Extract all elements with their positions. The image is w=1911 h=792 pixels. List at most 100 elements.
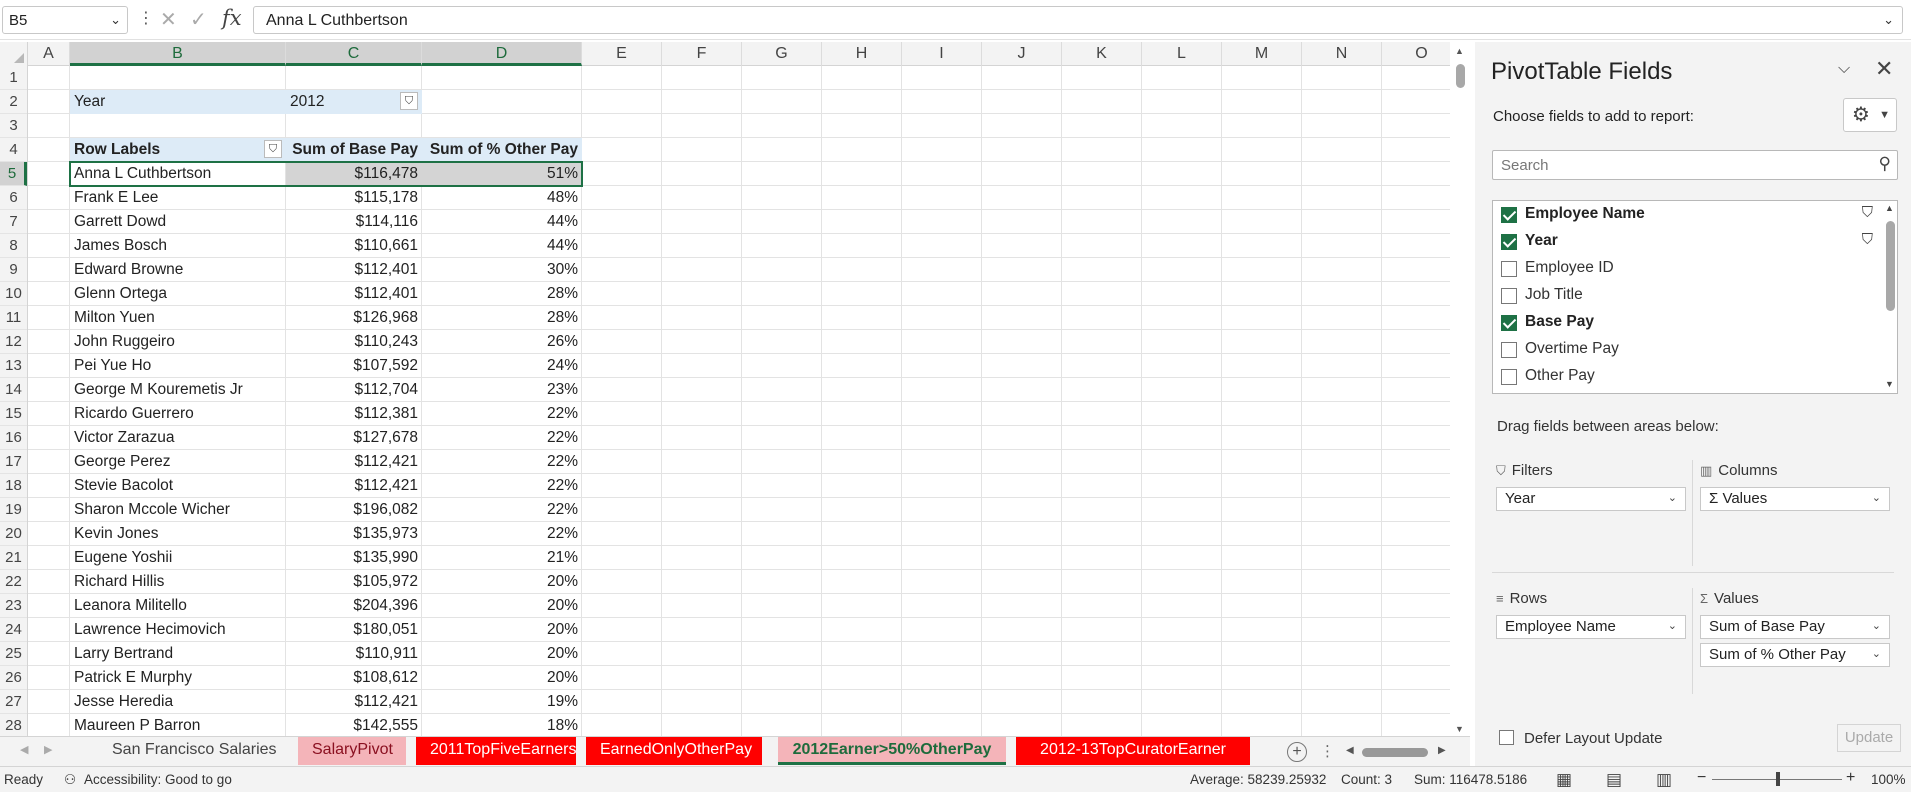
pivot-value-cell[interactable]: 20%	[422, 570, 582, 594]
pivot-row-label[interactable]: George M Kouremetis Jr	[70, 378, 286, 402]
sheet-tab[interactable]: SalaryPivot	[298, 737, 406, 765]
pivot-row-label[interactable]: Patrick E Murphy	[70, 666, 286, 690]
pivot-value-cell[interactable]: $108,612	[286, 666, 422, 690]
sheet-tab[interactable]: San Francisco Salaries	[98, 737, 286, 765]
values-field-pill[interactable]: Sum of % Other Pay ⌄	[1700, 643, 1890, 667]
pivot-value-cell[interactable]: 28%	[422, 282, 582, 306]
pivot-row-label[interactable]: Garrett Dowd	[70, 210, 286, 234]
field-item[interactable]: Employee Name ⛉	[1493, 201, 1879, 228]
row-header[interactable]: 2	[0, 90, 27, 114]
pivot-value-cell[interactable]: $112,421	[286, 474, 422, 498]
pivot-row-label[interactable]: Anna L Cuthbertson	[70, 162, 286, 186]
formula-input[interactable]: Anna L Cuthbertson ⌄	[253, 6, 1903, 34]
pivot-value-cell[interactable]: $112,401	[286, 282, 422, 306]
page-layout-icon[interactable]: ▤	[1606, 770, 1622, 790]
pivot-value-cell[interactable]: $105,972	[286, 570, 422, 594]
row-header[interactable]: 17	[0, 450, 27, 474]
column-header-f[interactable]: F	[662, 42, 742, 66]
pivot-value-cell[interactable]: 24%	[422, 354, 582, 378]
row-header[interactable]: 24	[0, 618, 27, 642]
pivot-value-cell[interactable]: 22%	[422, 522, 582, 546]
pivot-value-cell[interactable]: $112,401	[286, 258, 422, 282]
column-header-e[interactable]: E	[582, 42, 662, 66]
field-checkbox[interactable]	[1501, 207, 1517, 223]
scroll-down-icon[interactable]: ▼	[1455, 724, 1464, 734]
scroll-thumb[interactable]	[1362, 748, 1428, 757]
pivot-row-label[interactable]: Jesse Heredia	[70, 690, 286, 714]
update-button[interactable]: Update	[1837, 724, 1901, 752]
field-item[interactable]: Job Title	[1493, 282, 1879, 309]
vertical-scrollbar[interactable]: ▲ ▼	[1452, 42, 1468, 736]
pivot-row-label[interactable]: Leanora Militello	[70, 594, 286, 618]
pivot-value-cell[interactable]: 44%	[422, 234, 582, 258]
more-options-icon[interactable]: ⋮	[1320, 742, 1335, 760]
zoom-in-icon[interactable]: +	[1846, 769, 1855, 787]
row-header[interactable]: 28	[0, 714, 27, 736]
column-header-l[interactable]: L	[1142, 42, 1222, 66]
row-header[interactable]: 12	[0, 330, 27, 354]
row-header[interactable]: 27	[0, 690, 27, 714]
pivot-value-cell[interactable]: $126,968	[286, 306, 422, 330]
next-sheet-icon[interactable]: ▶	[44, 743, 52, 756]
chevron-down-icon[interactable]: ⌄	[110, 12, 121, 28]
pivot-row-label[interactable]: John Ruggeiro	[70, 330, 286, 354]
pivot-value-cell[interactable]: 22%	[422, 426, 582, 450]
values-area[interactable]: Σ Values Sum of Base Pay ⌄ Sum of % Other …	[1696, 588, 1894, 694]
pivot-row-label[interactable]: James Bosch	[70, 234, 286, 258]
pivot-row-label[interactable]: Milton Yuen	[70, 306, 286, 330]
sum-status[interactable]: Sum: 116478.5186	[1414, 772, 1527, 787]
field-checkbox[interactable]	[1501, 315, 1517, 331]
column-header-k[interactable]: K	[1062, 42, 1142, 66]
pivot-row-label[interactable]: Sharon Mccole Wicher	[70, 498, 286, 522]
scroll-thumb[interactable]	[1456, 64, 1465, 88]
scroll-down-icon[interactable]: ▼	[1885, 379, 1894, 389]
pivot-value-cell[interactable]: 30%	[422, 258, 582, 282]
values-field-pill[interactable]: Sum of Base Pay ⌄	[1700, 615, 1890, 639]
field-checkbox[interactable]	[1501, 234, 1517, 250]
column-header-d[interactable]: D	[422, 42, 582, 66]
scroll-thumb[interactable]	[1886, 221, 1895, 311]
field-item[interactable]: Overtime Pay	[1493, 336, 1879, 363]
sheet-tab[interactable]: 2011TopFiveEarners	[416, 737, 576, 765]
row-header[interactable]: 6	[0, 186, 27, 210]
pivot-col-header[interactable]: Sum of Base Pay	[286, 138, 422, 162]
row-header[interactable]: 23	[0, 594, 27, 618]
pivot-value-cell[interactable]: $115,178	[286, 186, 422, 210]
prev-sheet-icon[interactable]: ◀	[20, 743, 28, 756]
field-checkbox[interactable]	[1501, 369, 1517, 385]
row-header[interactable]: 5	[0, 162, 27, 186]
pivot-row-label[interactable]: Frank E Lee	[70, 186, 286, 210]
chevron-down-icon[interactable]: ⌄	[1872, 491, 1881, 504]
pivot-value-cell[interactable]: $112,421	[286, 690, 422, 714]
accessibility-status[interactable]: Accessibility: Good to go	[84, 772, 232, 787]
horizontal-scrollbar[interactable]: ◀ ▶	[1342, 745, 1452, 759]
add-sheet-button[interactable]: +	[1287, 742, 1307, 762]
pivot-row-label[interactable]: Ricardo Guerrero	[70, 402, 286, 426]
row-header[interactable]: 25	[0, 642, 27, 666]
defer-layout-update[interactable]: Defer Layout Update	[1499, 730, 1662, 747]
row-header[interactable]: 7	[0, 210, 27, 234]
chevron-down-icon[interactable]: ⌄	[1668, 491, 1677, 504]
pivot-row-label[interactable]: George Perez	[70, 450, 286, 474]
pivot-row-label[interactable]: Lawrence Hecimovich	[70, 618, 286, 642]
row-header[interactable]: 9	[0, 258, 27, 282]
zoom-out-icon[interactable]: −	[1697, 769, 1706, 787]
expand-formula-icon[interactable]: ⌄	[1883, 12, 1894, 28]
pane-options-chevron-icon[interactable]: ⌵	[1838, 60, 1850, 78]
row-header[interactable]: 4	[0, 138, 27, 162]
filter-icon[interactable]: ⛉	[1862, 231, 1873, 248]
average-status[interactable]: Average: 58239.25932	[1190, 772, 1326, 787]
pivot-value-cell[interactable]: $204,396	[286, 594, 422, 618]
rows-area[interactable]: ≡ Rows Employee Name ⌄	[1492, 588, 1690, 694]
rows-field-pill[interactable]: Employee Name ⌄	[1496, 615, 1686, 639]
row-header[interactable]: 18	[0, 474, 27, 498]
sheet-tab[interactable]: 2012-13TopCuratorEarner	[1016, 737, 1250, 765]
pivot-value-cell[interactable]: $110,911	[286, 642, 422, 666]
pivot-row-label[interactable]: Larry Bertrand	[70, 642, 286, 666]
zoom-level[interactable]: 100%	[1871, 772, 1906, 787]
select-all-button[interactable]	[0, 42, 28, 66]
row-header[interactable]: 11	[0, 306, 27, 330]
pivot-value-cell[interactable]: $107,592	[286, 354, 422, 378]
column-header-n[interactable]: N	[1302, 42, 1382, 66]
zoom-slider-thumb[interactable]	[1776, 772, 1780, 786]
